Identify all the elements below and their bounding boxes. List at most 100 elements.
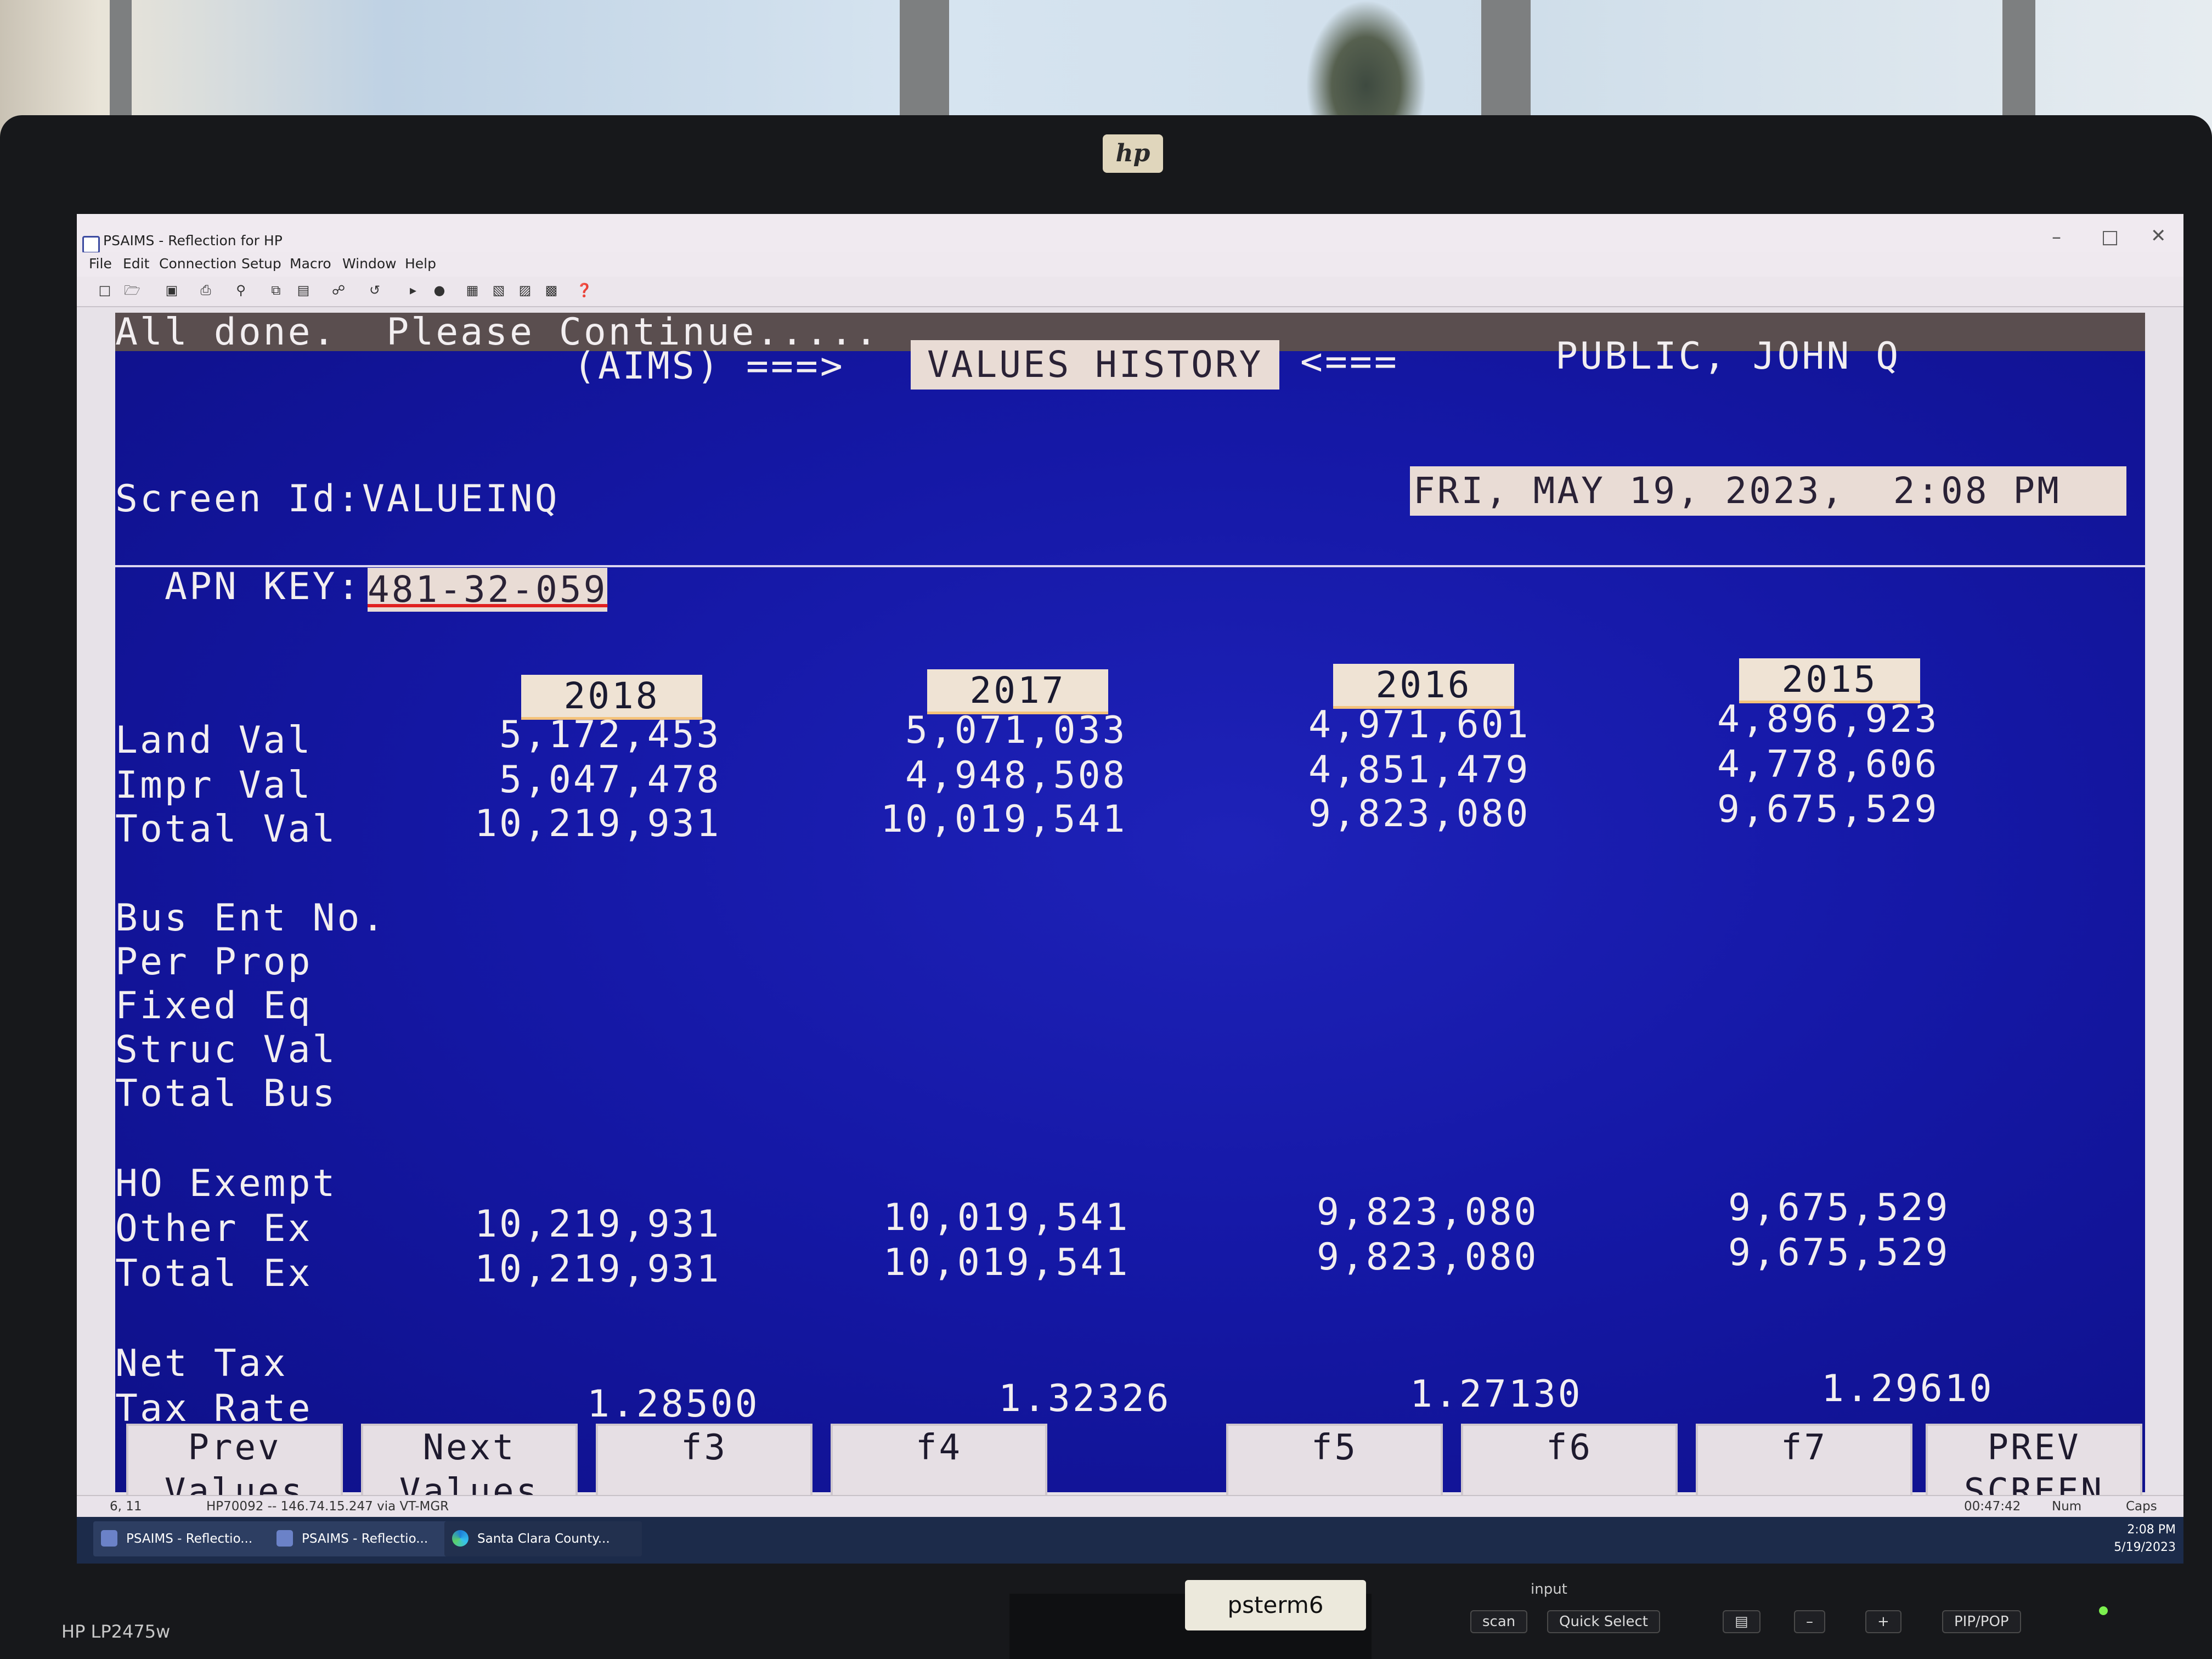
macro-icon[interactable]: ↺	[368, 283, 382, 297]
app-icon	[82, 236, 100, 253]
impr-val-2017: 4,948,508	[905, 754, 1127, 797]
title-bar: PSAIMS - Reflection for HP – □ ✕	[77, 214, 2183, 253]
toolbar: □ 🗁 ▣ ⎙ ⚲ ⧉ ▤ ☍ ↺ ▸ ● ▦ ▧ ▨ ▩ ❓	[77, 276, 2183, 307]
year-header: 2016	[1333, 664, 1514, 709]
menu-button[interactable]: ▤	[1723, 1610, 1760, 1633]
keyboard-map-icon[interactable]: ▦	[465, 283, 479, 297]
label-impr-val: Impr Val	[115, 764, 313, 807]
other-ex-2018: 10,219,931	[475, 1203, 721, 1246]
taskbar-item[interactable]: PSAIMS - Reflectio...	[93, 1521, 280, 1556]
screen-name: VALUES HISTORY	[911, 340, 1280, 390]
tax-rate-2017: 1.32326	[998, 1377, 1171, 1420]
total-val-2016: 9,823,080	[1308, 792, 1531, 836]
label-other-ex: Other Ex	[115, 1207, 313, 1250]
new-file-icon[interactable]: □	[98, 283, 112, 297]
other-ex-2016: 9,823,080	[1317, 1190, 1539, 1234]
total-val-2017: 10,019,541	[881, 798, 1127, 841]
display-setup-icon[interactable]: ▧	[492, 283, 506, 297]
menu-help[interactable]: Help	[405, 256, 436, 272]
label-total-val: Total Val	[115, 808, 337, 851]
owner-name: PUBLIC, JOHN Q	[1555, 335, 1901, 378]
menu-setup[interactable]: Setup	[241, 256, 281, 272]
label-bus-ent-no: Bus Ent No.	[115, 896, 387, 940]
label-total-bus: Total Bus	[115, 1072, 337, 1115]
cursor-position: 6, 11	[110, 1499, 142, 1514]
menu-file[interactable]: File	[89, 256, 112, 272]
system-name: (AIMS)	[573, 345, 721, 388]
label-per-prop: Per Prop	[115, 940, 313, 984]
other-ex-2015: 9,675,529	[1728, 1186, 1950, 1229]
close-button[interactable]: ✕	[2151, 225, 2166, 247]
tax-rate-2018: 1.28500	[587, 1383, 760, 1426]
copy-icon[interactable]: ⧉	[269, 283, 283, 297]
clock-time: 2:08 PM	[2127, 1523, 2176, 1537]
arrow-right-marker: ===>	[746, 345, 845, 388]
menu-edit[interactable]: Edit	[123, 256, 149, 272]
menu-connection[interactable]: Connection	[159, 256, 236, 272]
apn-label: APN KEY:	[165, 565, 362, 608]
find-icon[interactable]: ⚲	[234, 283, 248, 297]
terminal-setup-icon[interactable]: ▨	[518, 283, 532, 297]
impr-val-2015: 4,778,606	[1717, 743, 1939, 786]
terminal-screen[interactable]: All done. Please Continue..... (AIMS) ==…	[115, 311, 2145, 1520]
hp-logo: hp	[1103, 134, 1163, 173]
plus-button[interactable]: +	[1865, 1610, 1901, 1633]
power-led-icon	[2099, 1606, 2108, 1615]
land-val-2017: 5,071,033	[905, 709, 1127, 752]
minimize-button[interactable]: –	[2052, 226, 2061, 248]
total-val-2015: 9,675,529	[1717, 788, 1939, 831]
status-bar: 6, 11 HP70092 -- 146.74.15.247 via VT-MG…	[77, 1495, 2183, 1518]
label-fixed-eq: Fixed Eq	[115, 984, 313, 1028]
land-val-2015: 4,896,923	[1717, 698, 1939, 741]
record-icon[interactable]: ●	[432, 283, 447, 297]
year-header: 2015	[1739, 658, 1920, 703]
taskbar-item[interactable]: Santa Clara County...	[444, 1521, 642, 1556]
impr-val-2016: 4,851,479	[1308, 748, 1531, 792]
taskbar-item[interactable]: PSAIMS - Reflectio...	[269, 1521, 455, 1556]
apn-input[interactable]: 481-32-059	[368, 568, 608, 612]
date-time: FRI, MAY 19, 2023, 2:08 PM	[1410, 466, 2126, 516]
minus-button[interactable]: –	[1794, 1610, 1825, 1633]
settings-icon[interactable]: ▩	[544, 283, 558, 297]
taskbar-item-label: Santa Clara County...	[477, 1532, 610, 1546]
tax-rate-2016: 1.27130	[1410, 1373, 1583, 1416]
scan-button[interactable]: scan	[1470, 1610, 1528, 1633]
play-icon[interactable]: ▸	[406, 283, 420, 297]
total-ex-2016: 9,823,080	[1317, 1235, 1539, 1279]
connect-icon[interactable]: ☍	[331, 283, 346, 297]
land-val-2018: 5,172,453	[499, 713, 721, 757]
label-struc-val: Struc Val	[115, 1028, 337, 1071]
monitor-model: HP LP2475w	[61, 1621, 171, 1642]
total-ex-2018: 10,219,931	[475, 1248, 721, 1291]
label-total-ex: Total Ex	[115, 1252, 313, 1295]
reflection-app-icon	[276, 1530, 293, 1547]
edge-browser-icon	[452, 1530, 469, 1547]
screen-id-value: VALUEINQ	[362, 477, 560, 521]
window-title: PSAIMS - Reflection for HP	[103, 233, 283, 249]
impr-val-2018: 5,047,478	[499, 758, 721, 802]
menu-window[interactable]: Window	[342, 256, 397, 272]
label-ho-exempt: HO Exempt	[115, 1162, 337, 1205]
reflection-app-icon	[101, 1530, 117, 1547]
clock-date: 5/19/2023	[2114, 1541, 2176, 1554]
total-ex-2017: 10,019,541	[883, 1241, 1130, 1284]
print-icon[interactable]: ⎙	[199, 283, 213, 297]
open-folder-icon[interactable]: 🗁	[124, 283, 140, 297]
maximize-button[interactable]: □	[2101, 226, 2119, 248]
quick-select-button[interactable]: Quick Select	[1547, 1610, 1660, 1633]
taskbar: PSAIMS - Reflectio... PSAIMS - Reflectio…	[77, 1517, 2183, 1564]
elapsed-time: 00:47:42	[1964, 1499, 2021, 1514]
menu-macro[interactable]: Macro	[290, 256, 331, 272]
label-land-val: Land Val	[115, 719, 313, 762]
input-label: input	[1531, 1581, 1567, 1598]
paste-icon[interactable]: ▤	[296, 283, 311, 297]
other-ex-2017: 10,019,541	[883, 1196, 1130, 1239]
year-header: 2017	[927, 669, 1108, 714]
total-ex-2015: 9,675,529	[1728, 1231, 1950, 1274]
application-window: PSAIMS - Reflection for HP – □ ✕ File Ed…	[77, 214, 2183, 1564]
pip-pop-button[interactable]: PIP/POP	[1942, 1610, 2021, 1633]
system-clock[interactable]: 2:08 PM 5/19/2023	[2114, 1521, 2176, 1556]
help-icon[interactable]: ❓	[576, 283, 592, 297]
save-icon[interactable]: ▣	[165, 283, 179, 297]
taskbar-item-label: PSAIMS - Reflectio...	[302, 1532, 428, 1546]
